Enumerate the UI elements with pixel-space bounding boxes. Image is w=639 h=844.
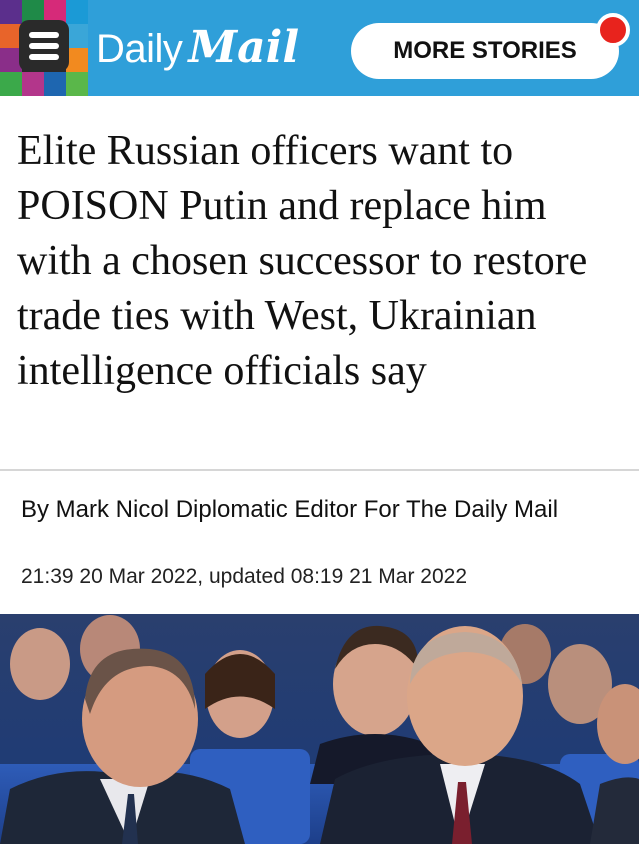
article-byline[interactable]: By Mark Nicol Diplomatic Editor For The … — [21, 494, 621, 526]
notification-dot-icon — [596, 13, 630, 47]
logo-tile — [66, 48, 88, 72]
site-logo[interactable]: Daily Mail — [96, 22, 299, 74]
logo-tile — [0, 0, 22, 24]
article-photo[interactable] — [0, 614, 639, 844]
brand-daily-text: Daily — [96, 27, 183, 71]
site-header: Daily Mail MORE STORIES — [0, 0, 639, 96]
more-stories-button[interactable]: MORE STORIES — [351, 23, 619, 79]
logo-tile — [44, 72, 66, 96]
logo-tile — [0, 72, 22, 96]
logo-tile — [66, 72, 88, 96]
logo-tile — [66, 24, 88, 48]
article-date: 21:39 20 Mar 2022, updated 08:19 21 Mar … — [21, 565, 468, 588]
logo-tile — [22, 72, 44, 96]
divider — [0, 469, 639, 471]
article-headline: Elite Russian officers want to POISON Pu… — [17, 128, 588, 394]
brand-mail-text: Mail — [188, 22, 300, 73]
article-photo-image — [0, 614, 639, 844]
hamburger-menu-icon[interactable] — [19, 20, 69, 72]
logo-tile — [66, 0, 88, 24]
